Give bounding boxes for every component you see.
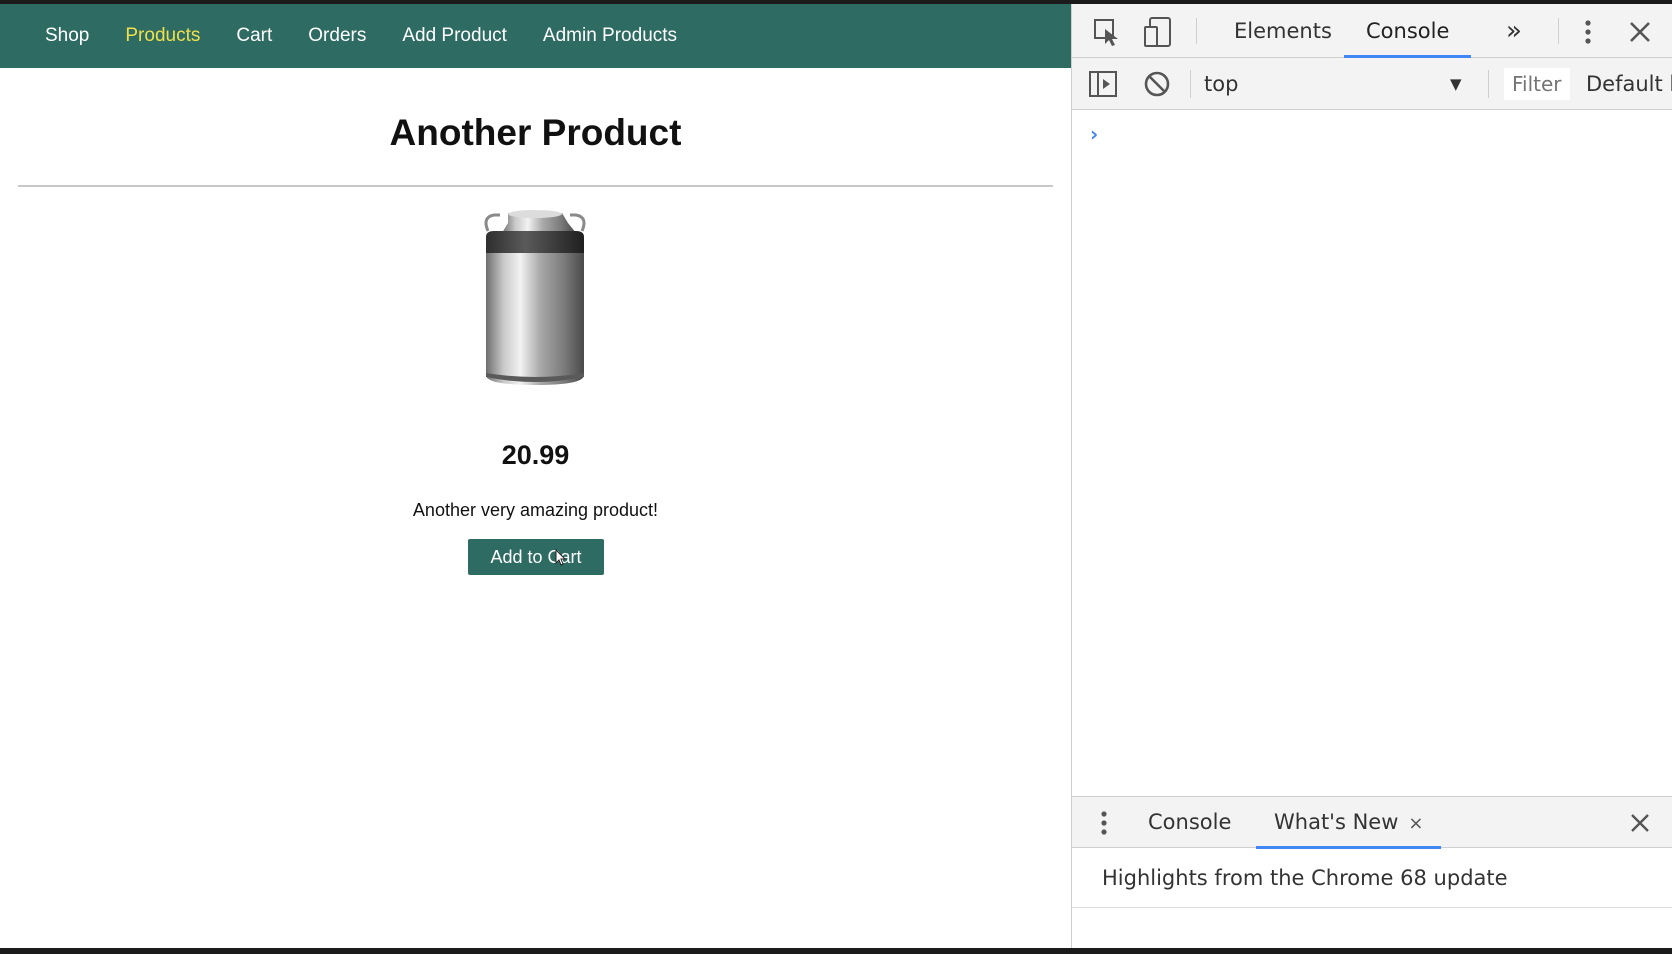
log-levels-dropdown[interactable]: Default l <box>1586 68 1672 100</box>
toolbar-separator <box>1190 70 1191 98</box>
devtools-drawer: Console What's New × Highlights from the … <box>1072 796 1672 948</box>
title-divider <box>18 185 1053 187</box>
whats-new-heading: Highlights from the Chrome 68 update <box>1102 866 1508 890</box>
main-nav: Shop Products Cart Orders Add Product Ad… <box>0 4 1071 68</box>
milk-can-image <box>484 210 586 385</box>
toolbar-separator <box>1196 18 1197 44</box>
nav-link-orders[interactable]: Orders <box>308 25 366 47</box>
tab-elements[interactable]: Elements <box>1212 4 1354 58</box>
tab-console[interactable]: Console <box>1344 4 1472 58</box>
close-devtools-icon[interactable] <box>1628 20 1652 44</box>
clear-console-icon[interactable] <box>1143 70 1171 98</box>
drawer-tab-whats-new[interactable]: What's New × <box>1256 797 1442 849</box>
drawer-divider <box>1072 907 1672 908</box>
nav-link-admin-products[interactable]: Admin Products <box>543 25 677 47</box>
drawer-tab-console[interactable]: Console <box>1130 797 1249 849</box>
window-bottom-edge <box>0 948 1672 954</box>
device-toolbar-icon[interactable] <box>1142 15 1176 49</box>
close-tab-icon[interactable]: × <box>1408 813 1423 834</box>
nav-link-products[interactable]: Products <box>125 25 200 47</box>
more-tabs-icon[interactable]: » <box>1492 4 1536 58</box>
page-viewport: Shop Products Cart Orders Add Product Ad… <box>0 4 1071 948</box>
drawer-tabbar: Console What's New × <box>1072 796 1672 849</box>
toolbar-separator <box>1558 18 1559 44</box>
console-filter-input[interactable] <box>1504 68 1570 100</box>
kebab-menu-icon[interactable] <box>1582 17 1594 47</box>
drawer-menu-icon[interactable] <box>1098 809 1110 837</box>
nav-link-shop[interactable]: Shop <box>45 25 89 47</box>
nav-link-add-product[interactable]: Add Product <box>402 25 507 47</box>
console-prompt-icon[interactable]: › <box>1090 122 1098 146</box>
close-drawer-icon[interactable] <box>1630 813 1650 833</box>
product-description: Another very amazing product! <box>412 500 659 520</box>
context-selector[interactable]: top <box>1204 70 1444 98</box>
add-to-cart-button[interactable]: Add to Cart <box>468 539 604 575</box>
dropdown-arrow-icon[interactable]: ▼ <box>1450 70 1462 98</box>
console-toolbar: top ▼ Default l <box>1072 58 1672 110</box>
drawer-tab-whats-new-label: What's New <box>1274 810 1399 834</box>
devtools-panel: Elements Console » top ▼ Default l › <box>1071 4 1672 948</box>
toolbar-separator <box>1488 70 1489 98</box>
toggle-sidebar-icon[interactable] <box>1088 70 1118 98</box>
nav-link-cart[interactable]: Cart <box>236 25 272 47</box>
product-title: Another Product <box>389 112 682 153</box>
inspect-element-icon[interactable] <box>1092 17 1122 47</box>
devtools-main-toolbar: Elements Console » <box>1072 4 1672 58</box>
product-price: 20.99 <box>501 440 570 470</box>
mouse-cursor-icon <box>555 549 567 566</box>
